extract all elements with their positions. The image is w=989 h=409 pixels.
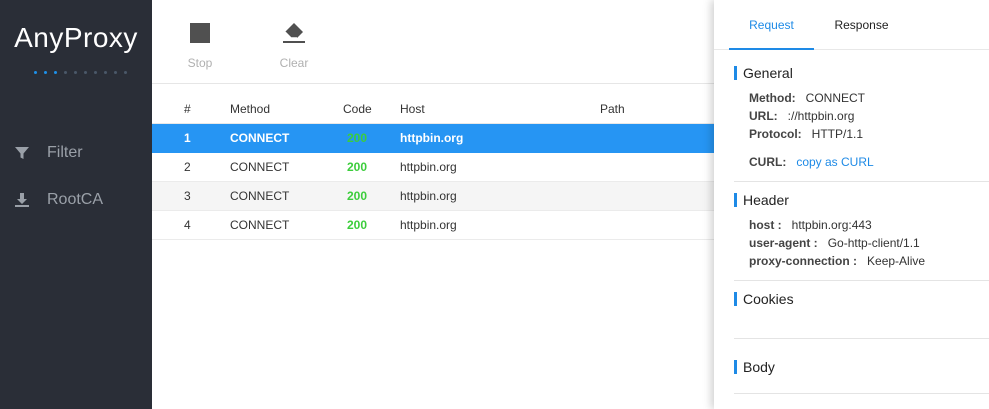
logo-dots: [34, 71, 127, 74]
general-method-key: Method:: [749, 91, 796, 105]
sidebar: AnyProxy Filter RootCA: [0, 0, 152, 409]
row-code: 200: [347, 218, 368, 232]
general-method-value: CONNECT: [805, 91, 865, 105]
detail-panel: Request Response General Method: CONNECT …: [714, 0, 989, 409]
header-key: proxy-connection :: [749, 254, 858, 268]
general-protocol: Protocol: HTTP/1.1: [749, 127, 863, 141]
general-url: URL: ://httpbin.org: [749, 109, 854, 123]
row-host: httpbin.org: [400, 131, 464, 145]
general-curl-key: CURL:: [749, 155, 787, 169]
row-method: CONNECT: [230, 189, 290, 203]
sidebar-item-filter[interactable]: Filter: [12, 138, 142, 168]
stop-button[interactable]: Stop: [170, 18, 230, 70]
general-curl: CURL: copy as CURL: [749, 155, 874, 169]
request-table: # Method Code Host Path 1 CONNECT 200 ht…: [152, 95, 714, 240]
header-key: user-agent :: [749, 236, 818, 250]
sidebar-item-label: RootCA: [47, 191, 104, 208]
clear-label: Clear: [279, 56, 309, 70]
tab-response[interactable]: Response: [819, 0, 904, 50]
row-method: CONNECT: [230, 218, 290, 232]
general-protocol-value: HTTP/1.1: [811, 127, 864, 141]
detail-tabs: Request Response: [714, 0, 989, 50]
header-item: host : httpbin.org:443: [749, 218, 872, 232]
header-value: Go-http-client/1.1: [827, 236, 920, 250]
col-header-num: #: [184, 102, 191, 116]
table-row[interactable]: 2 CONNECT 200 httpbin.org: [152, 153, 714, 182]
download-icon: [12, 190, 32, 210]
row-num: 4: [184, 218, 191, 232]
general-url-value: ://httpbin.org: [787, 109, 855, 123]
row-num: 3: [184, 189, 191, 203]
header-item: user-agent : Go-http-client/1.1: [749, 236, 920, 250]
row-method: CONNECT: [230, 160, 290, 174]
section-body-title: Body: [734, 360, 775, 374]
header-item: proxy-connection : Keep-Alive: [749, 254, 925, 268]
clear-button[interactable]: Clear: [264, 18, 324, 70]
row-host: httpbin.org: [400, 218, 457, 232]
col-header-path: Path: [600, 102, 625, 116]
col-header-method: Method: [230, 102, 271, 116]
header-value: httpbin.org:443: [791, 218, 872, 232]
divider: [734, 338, 989, 339]
stop-icon: [170, 18, 230, 48]
app-logo: AnyProxy: [14, 22, 138, 53]
col-header-code: Code: [343, 102, 372, 116]
divider: [734, 393, 989, 394]
row-num: 2: [184, 160, 191, 174]
table-header: # Method Code Host Path: [152, 95, 714, 124]
row-host: httpbin.org: [400, 189, 457, 203]
filter-icon: [12, 143, 32, 163]
col-header-host: Host: [400, 102, 425, 116]
section-header-title: Header: [734, 193, 789, 207]
divider: [734, 280, 989, 281]
general-method: Method: CONNECT: [749, 91, 865, 105]
sidebar-item-label: Filter: [47, 144, 83, 161]
table-row[interactable]: 4 CONNECT 200 httpbin.org: [152, 211, 714, 240]
row-method: CONNECT: [230, 131, 290, 145]
row-host: httpbin.org: [400, 160, 457, 174]
row-code: 200: [347, 189, 368, 203]
stop-label: Stop: [187, 56, 213, 70]
section-cookies-title: Cookies: [734, 292, 794, 306]
header-key: host :: [749, 218, 782, 232]
row-num: 1: [184, 131, 191, 145]
toolbar: Stop Clear: [152, 0, 714, 84]
divider: [734, 181, 989, 182]
table-row[interactable]: 1 CONNECT 200 httpbin.org: [152, 124, 714, 153]
header-value: Keep-Alive: [867, 254, 926, 268]
copy-as-curl-link[interactable]: copy as CURL: [796, 155, 873, 169]
tab-request[interactable]: Request: [729, 0, 814, 50]
row-code: 200: [347, 131, 368, 145]
table-row[interactable]: 3 CONNECT 200 httpbin.org: [152, 182, 714, 211]
section-general-title: General: [734, 66, 793, 80]
sidebar-item-rootca[interactable]: RootCA: [12, 185, 142, 215]
row-code: 200: [347, 160, 368, 174]
eraser-icon: [264, 18, 324, 48]
general-protocol-key: Protocol:: [749, 127, 802, 141]
general-url-key: URL:: [749, 109, 778, 123]
